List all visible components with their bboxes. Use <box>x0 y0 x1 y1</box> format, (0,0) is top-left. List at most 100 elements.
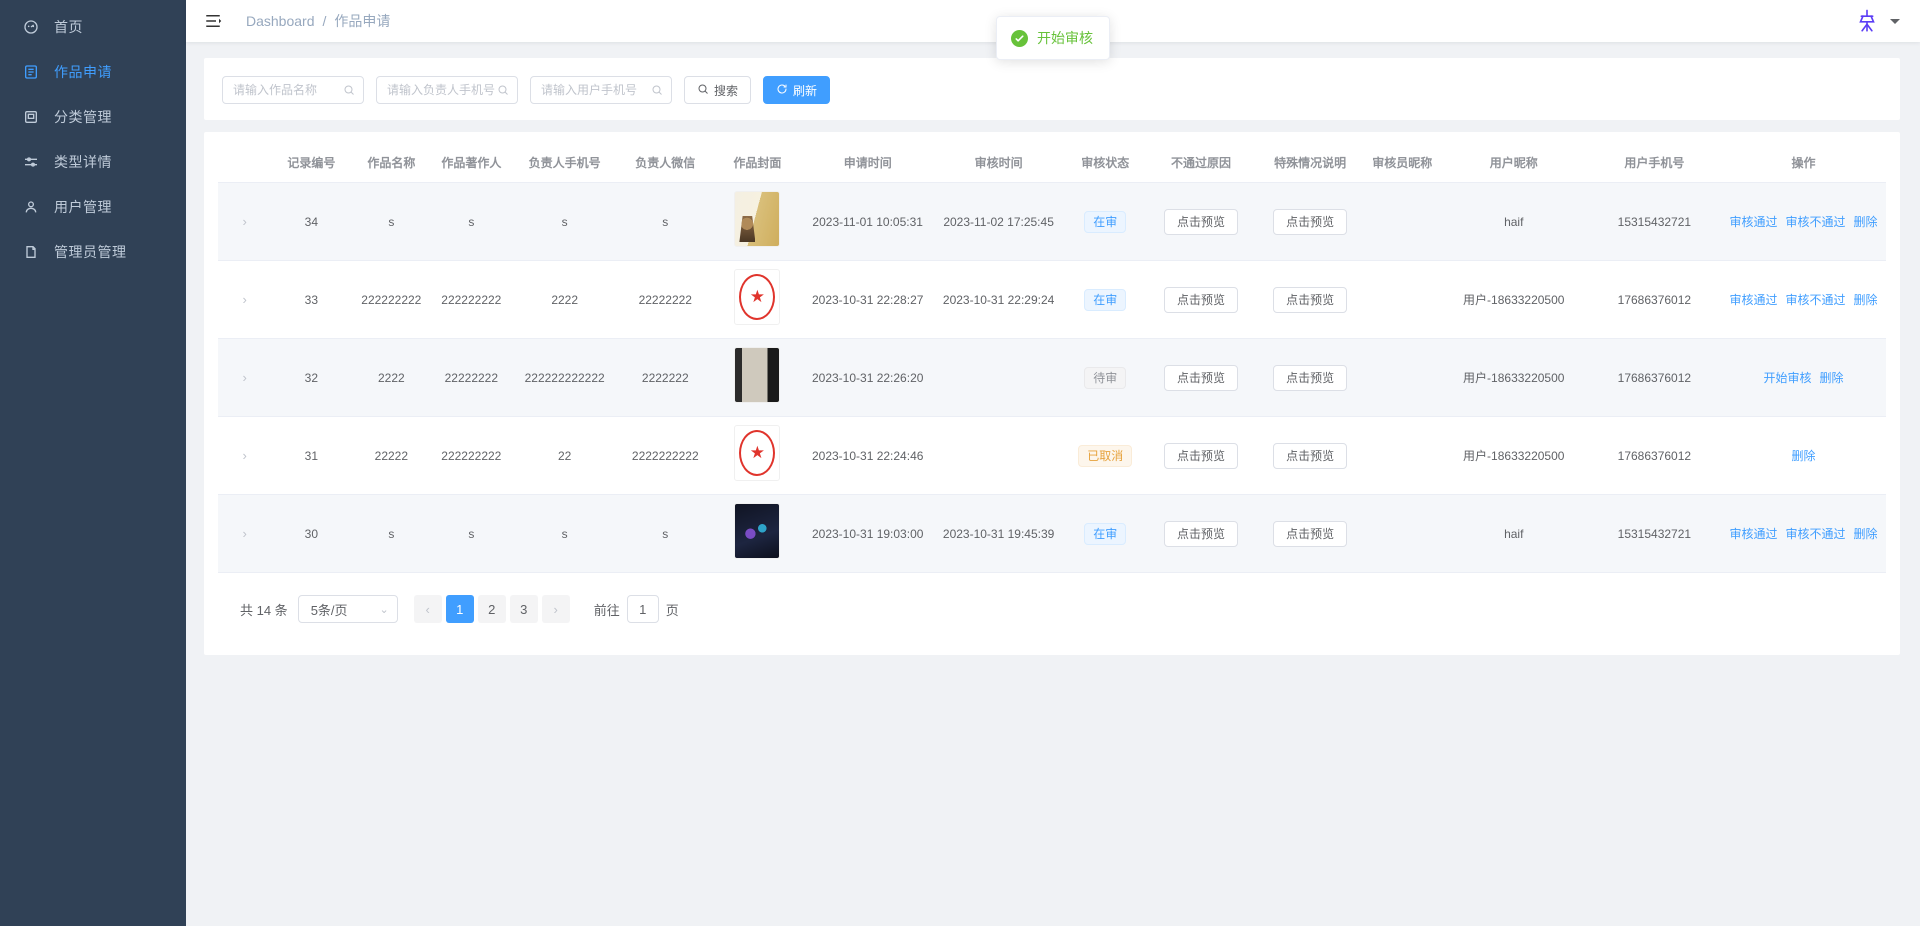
cover-thumbnail[interactable] <box>734 191 781 247</box>
sidebar-item-admin-manage[interactable]: 管理员管理 <box>0 229 186 274</box>
expand-row-toggle[interactable]: › <box>218 416 272 495</box>
cover-thumbnail[interactable] <box>734 503 781 559</box>
refresh-button[interactable]: 刷新 <box>763 76 831 104</box>
cover-thumbnail[interactable] <box>734 425 781 481</box>
chevron-right-icon[interactable]: › <box>242 446 246 466</box>
action-delete[interactable]: 删除 <box>1854 293 1878 307</box>
cell-record-id: 31 <box>271 416 352 495</box>
cell-special-note[interactable]: 点击预览 <box>1255 494 1365 573</box>
cell-cover[interactable] <box>712 416 803 495</box>
action-delete[interactable]: 删除 <box>1854 527 1878 541</box>
row-actions: 开始审核 删除 <box>1760 371 1848 385</box>
cover-thumbnail[interactable] <box>734 269 781 325</box>
user-phone-input-wrap[interactable] <box>530 76 672 104</box>
cell-special-note[interactable]: 点击预览 <box>1255 260 1365 339</box>
cell-actions[interactable]: 开始审核 删除 <box>1721 338 1886 417</box>
pagination-page-3[interactable]: 3 <box>509 595 538 623</box>
expand-row-toggle[interactable]: › <box>218 338 272 417</box>
table-row[interactable]: › 34 s s s s 2023-11-01 10:05:31 2023-11-02 17:… <box>218 182 1886 261</box>
cell-user-nick: haif <box>1439 182 1588 261</box>
preview-reject-reason-button[interactable]: 点击预览 <box>1164 442 1239 469</box>
cell-actions[interactable]: 审核通过 审核不通过 删除 <box>1721 182 1886 261</box>
cell-cover[interactable] <box>712 494 803 573</box>
cell-actions[interactable]: 审核通过 审核不通过 删除 <box>1721 260 1886 339</box>
breadcrumb-root[interactable]: Dashboard <box>246 13 315 29</box>
col-owner-phone: 负责人手机号 <box>511 144 618 183</box>
preview-reject-reason-button[interactable]: 点击预览 <box>1164 520 1239 547</box>
cover-thumbnail[interactable] <box>734 347 781 403</box>
work-name-input[interactable] <box>233 83 343 97</box>
table-row[interactable]: › 30 s s s s 2023-10-31 19:03:00 2023-10-31 19:… <box>218 494 1886 573</box>
cell-work-name: 222222222 <box>351 260 432 339</box>
search-button[interactable]: 搜索 <box>684 76 752 104</box>
action-start-audit[interactable]: 开始审核 <box>1764 371 1812 385</box>
action-reject[interactable]: 审核不通过 <box>1786 215 1846 229</box>
action-delete[interactable]: 删除 <box>1820 371 1844 385</box>
toast-message: 开始审核 <box>1037 30 1093 46</box>
sidebar-item-user-manage[interactable]: 用户管理 <box>0 184 186 229</box>
work-name-input-wrap[interactable] <box>222 76 364 104</box>
preview-special-note-button[interactable]: 点击预览 <box>1273 208 1348 235</box>
pagination-prev-button[interactable]: ‹ <box>413 595 442 623</box>
cell-reject-reason[interactable]: 点击预览 <box>1146 260 1256 339</box>
sidebar-item-work-apply[interactable]: 作品申请 <box>0 49 186 94</box>
owner-phone-input[interactable] <box>387 83 497 97</box>
table-row[interactable]: ›332222222222222222222222222222222023-10… <box>218 260 1886 339</box>
cell-auditor <box>1364 494 1440 573</box>
preview-special-note-button[interactable]: 点击预览 <box>1273 364 1348 391</box>
user-phone-input[interactable] <box>541 83 651 97</box>
sidebar-item-home[interactable]: 首页 <box>0 4 186 49</box>
preview-reject-reason-button[interactable]: 点击预览 <box>1164 208 1239 235</box>
chevron-right-icon[interactable]: › <box>242 212 246 232</box>
cell-reject-reason[interactable]: 点击预览 <box>1146 338 1256 417</box>
action-reject[interactable]: 审核不通过 <box>1786 293 1846 307</box>
cell-special-note[interactable]: 点击预览 <box>1255 416 1365 495</box>
row-actions: 审核通过 审核不通过 删除 <box>1725 527 1881 541</box>
chevron-right-icon[interactable]: › <box>242 290 246 310</box>
page-size-select[interactable]: 5条/页 ⌄ <box>297 595 398 623</box>
preview-special-note-button[interactable]: 点击预览 <box>1273 442 1348 469</box>
col-work-name: 作品名称 <box>351 144 432 183</box>
sidebar-item-type-detail[interactable]: 类型详情 <box>0 139 186 184</box>
hamburger-icon[interactable] <box>202 10 224 32</box>
cell-reject-reason[interactable]: 点击预览 <box>1146 494 1256 573</box>
action-approve[interactable]: 审核通过 <box>1729 215 1777 229</box>
table-row[interactable]: ›31222222222222222222222222222023-10-31 … <box>218 416 1886 495</box>
cell-reject-reason[interactable]: 点击预览 <box>1146 182 1256 261</box>
cell-cover[interactable] <box>712 260 803 339</box>
cell-user-phone: 15315432721 <box>1587 494 1722 573</box>
preview-special-note-button[interactable]: 点击预览 <box>1273 286 1348 313</box>
pagination-page-1[interactable]: 1 <box>445 595 474 623</box>
cell-special-note[interactable]: 点击预览 <box>1255 182 1365 261</box>
user-menu[interactable] <box>1852 6 1906 36</box>
chevron-right-icon[interactable]: › <box>242 524 246 544</box>
cell-special-note[interactable]: 点击预览 <box>1255 338 1365 417</box>
cell-actions[interactable]: 删除 <box>1721 416 1886 495</box>
preview-special-note-button[interactable]: 点击预览 <box>1273 520 1348 547</box>
preview-reject-reason-button[interactable]: 点击预览 <box>1164 286 1239 313</box>
col-special-note: 特殊情况说明 <box>1255 144 1365 183</box>
action-approve[interactable]: 审核通过 <box>1729 293 1777 307</box>
main-content: 搜索 刷新 <box>186 42 1920 926</box>
expand-row-toggle[interactable]: › <box>218 494 272 573</box>
sidebar-item-category[interactable]: 分类管理 <box>0 94 186 139</box>
col-record-id: 记录编号 <box>271 144 352 183</box>
pagination-page-2[interactable]: 2 <box>477 595 506 623</box>
cell-reject-reason[interactable]: 点击预览 <box>1146 416 1256 495</box>
cell-actions[interactable]: 审核通过 审核不通过 删除 <box>1721 494 1886 573</box>
cell-cover[interactable] <box>712 338 803 417</box>
action-approve[interactable]: 审核通过 <box>1729 527 1777 541</box>
preview-reject-reason-button[interactable]: 点击预览 <box>1164 364 1239 391</box>
action-delete[interactable]: 删除 <box>1854 215 1878 229</box>
cell-cover[interactable] <box>712 182 803 261</box>
chevron-right-icon[interactable]: › <box>242 368 246 388</box>
sidebar: 首页 作品申请 分类管理 类型详情 用户管理 管理员管理 <box>0 0 186 926</box>
action-delete[interactable]: 删除 <box>1792 449 1816 463</box>
jump-page-input[interactable]: 1 <box>626 595 659 623</box>
expand-row-toggle[interactable]: › <box>218 182 272 261</box>
pagination-next-button[interactable]: › <box>541 595 570 623</box>
owner-phone-input-wrap[interactable] <box>376 76 518 104</box>
expand-row-toggle[interactable]: › <box>218 260 272 339</box>
table-row[interactable]: › 32 2222 22222222 222222222222 2222222 2023-1… <box>218 338 1886 417</box>
action-reject[interactable]: 审核不通过 <box>1786 527 1846 541</box>
